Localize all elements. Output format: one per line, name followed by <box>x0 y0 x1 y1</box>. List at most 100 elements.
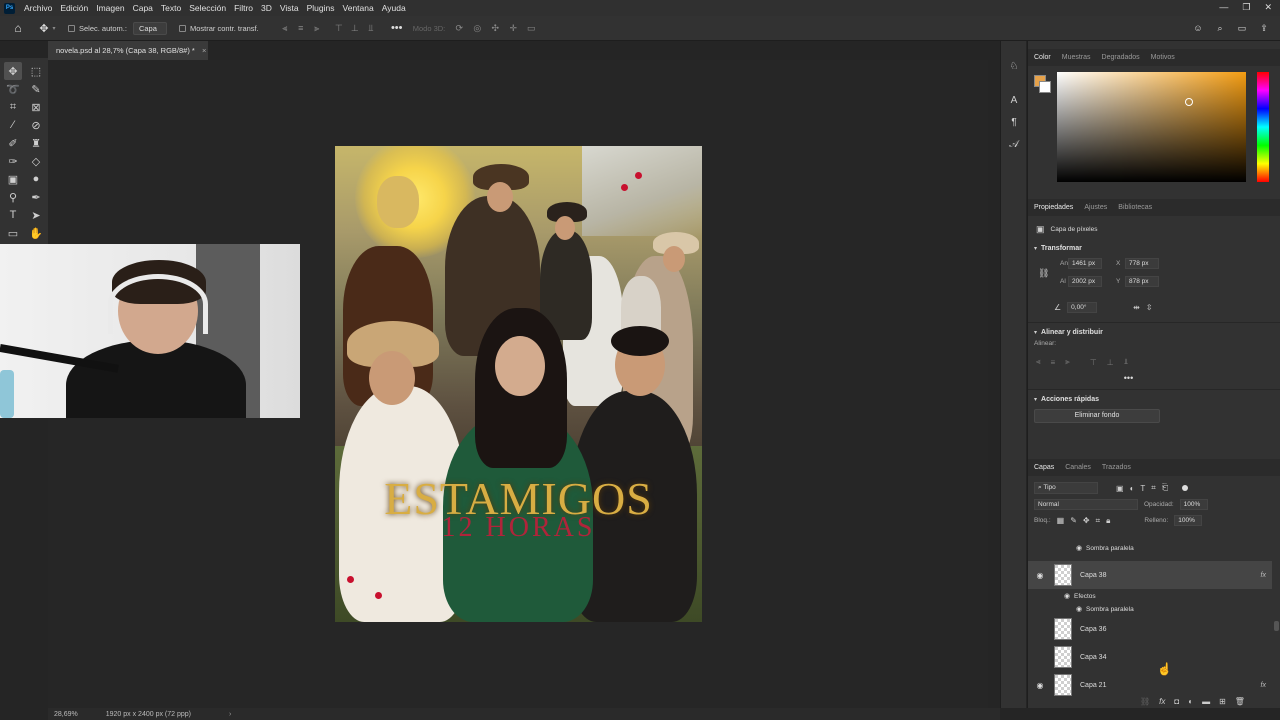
paragraph-icon[interactable]: ¶ <box>1001 111 1027 133</box>
menu-capa[interactable]: Capa <box>133 3 153 13</box>
color-picker-cursor[interactable] <box>1185 98 1193 106</box>
chevron-down-icon[interactable]: ▾ <box>1034 396 1037 403</box>
effects-header-row[interactable]: ◉ Efectos <box>1028 589 1272 603</box>
tab-trazados[interactable]: Trazados <box>1102 464 1131 471</box>
marquee-icon[interactable]: ⬚ <box>27 62 45 80</box>
filter-smart-icon[interactable]: ⎗ <box>1162 483 1168 493</box>
y-field[interactable]: 878 px <box>1125 276 1159 287</box>
search-icon[interactable]: ⌕ <box>1214 23 1226 33</box>
filter-toggle-icon[interactable] <box>1182 485 1189 491</box>
align-left-edges-icon[interactable]: ⫷ <box>1036 357 1041 367</box>
filter-pixel-icon[interactable]: ▣ <box>1116 484 1124 493</box>
link-layers-icon[interactable]: ⛓ <box>1140 697 1150 706</box>
align-bottom-edges-icon[interactable]: ⫫ <box>1124 357 1129 367</box>
restore-icon[interactable]: ❐ <box>1242 2 1250 13</box>
new-adjustment-icon[interactable]: ◐ <box>1188 697 1193 706</box>
eye-icon[interactable]: ◉ <box>1034 681 1046 690</box>
fx-icon[interactable]: fx <box>1261 572 1266 579</box>
filter-adjust-icon[interactable]: ◐ <box>1130 484 1135 493</box>
x-field[interactable]: 778 px <box>1125 258 1159 269</box>
menu-seleccion[interactable]: Selección <box>189 3 226 13</box>
quick-select-icon[interactable]: ✎ <box>27 80 45 98</box>
tab-ajustes[interactable]: Ajustes <box>1084 204 1107 211</box>
tab-motivos[interactable]: Motivos <box>1151 54 1175 61</box>
lock-image-icon[interactable]: ✎ <box>1070 516 1077 525</box>
align-bottom-icon[interactable]: ⫫ <box>365 23 377 33</box>
tab-muestras[interactable]: Muestras <box>1062 54 1091 61</box>
add-style-icon[interactable]: fx <box>1159 697 1165 706</box>
menu-ventana[interactable]: Ventana <box>343 3 374 13</box>
tab-color[interactable]: Color <box>1034 54 1051 61</box>
gradient-icon[interactable]: ▣ <box>4 170 22 188</box>
menu-vista[interactable]: Vista <box>280 3 299 13</box>
poster-image[interactable]: ESTAMIGOS 12 HORAS <box>335 146 702 622</box>
layer-name[interactable]: Capa 34 <box>1080 654 1106 661</box>
flip-horizontal-icon[interactable]: ⇹ <box>1133 303 1140 312</box>
tab-capas[interactable]: Capas <box>1034 464 1054 471</box>
move-icon[interactable]: ✥ <box>4 62 22 80</box>
share-icon[interactable]: ☺ <box>1192 23 1204 33</box>
auto-select-checkbox[interactable] <box>68 24 75 32</box>
flip-vertical-icon[interactable]: ⇳ <box>1146 303 1153 312</box>
close-tab-icon[interactable]: × <box>202 46 206 55</box>
layer-row-capa-36[interactable]: Capa 36 <box>1028 615 1272 643</box>
align-h-centers-icon[interactable]: ≡ <box>1051 358 1056 367</box>
align-top-edges-icon[interactable]: ⊤ <box>1090 358 1097 367</box>
stamp-icon[interactable]: ♜ <box>27 134 45 152</box>
tab-propiedades[interactable]: Propiedades <box>1034 204 1073 211</box>
effect-row[interactable]: ◉ Sombra paralela <box>1028 541 1272 555</box>
angle-field[interactable]: 0,00° <box>1067 301 1098 313</box>
lock-transparent-icon[interactable]: ▦ <box>1057 516 1065 525</box>
layer-name[interactable]: Capa 36 <box>1080 626 1106 633</box>
filter-type-icon[interactable]: T <box>1140 484 1145 493</box>
layer-filter-dropdown[interactable]: ⌕ Tipo <box>1034 482 1098 494</box>
eye-icon[interactable]: ◉ <box>1034 571 1046 580</box>
chevron-down-icon[interactable]: ▾ <box>50 23 58 33</box>
close-icon[interactable]: ✕ <box>1264 2 1272 13</box>
tab-bibliotecas[interactable]: Bibliotecas <box>1118 204 1152 211</box>
color-picker-field[interactable] <box>1057 72 1246 182</box>
home-icon[interactable]: ⌂ <box>12 21 24 35</box>
fx-icon[interactable]: fx <box>1261 682 1266 689</box>
new-layer-icon[interactable]: ⊞ <box>1219 697 1226 706</box>
history-icon[interactable]: ♘ <box>1001 55 1027 77</box>
document-tab[interactable]: novela.psd al 28,7% (Capa 38, RGB/8#) * … <box>48 41 208 60</box>
menu-edicion[interactable]: Edición <box>60 3 88 13</box>
chevron-down-icon[interactable]: ▾ <box>1034 245 1037 252</box>
align-center-h-icon[interactable]: ≡ <box>295 23 307 33</box>
menu-plugins[interactable]: Plugins <box>307 3 335 13</box>
frame-icon[interactable]: ⊠ <box>27 98 45 116</box>
dodge-icon[interactable]: ⚲ <box>4 188 22 206</box>
lock-all-icon[interactable]: 🔒︎ <box>1106 516 1110 526</box>
filter-shape-icon[interactable]: ⌗ <box>1151 483 1156 493</box>
menu-imagen[interactable]: Imagen <box>96 3 124 13</box>
zoom-level[interactable]: 28,69% <box>54 711 78 718</box>
move-tool-icon[interactable]: ✥ <box>38 23 50 35</box>
layer-row-capa-38[interactable]: ◉ Capa 38 fx <box>1028 561 1272 589</box>
align-left-icon[interactable]: ⫷ <box>279 23 291 33</box>
crop-icon[interactable]: ⌗ <box>4 98 22 116</box>
healing-icon[interactable]: ⊘ <box>27 116 45 134</box>
eraser-icon[interactable]: ◇ <box>27 152 45 170</box>
3d-drag-icon[interactable]: ✣ <box>489 23 501 33</box>
fill-field[interactable]: 100% <box>1174 515 1203 526</box>
eye-icon[interactable]: ◉ <box>1062 592 1072 600</box>
hand-icon[interactable]: ✋ <box>27 224 45 242</box>
tab-canales[interactable]: Canales <box>1065 464 1091 471</box>
share-export-icon[interactable]: ⇪ <box>1258 23 1270 33</box>
lasso-icon[interactable]: ➰ <box>4 80 22 98</box>
tab-degradados[interactable]: Degradados <box>1102 54 1140 61</box>
more-options-icon[interactable]: ••• <box>391 22 403 34</box>
layer-name[interactable]: Capa 21 <box>1080 682 1106 689</box>
layers-scrollbar[interactable] <box>1274 621 1279 631</box>
3d-rotate-icon[interactable]: ⟳ <box>453 23 465 33</box>
character-icon[interactable]: A <box>1001 89 1027 111</box>
menu-3d[interactable]: 3D <box>261 3 272 13</box>
more-align-icon[interactable]: ••• <box>976 373 1280 383</box>
path-select-icon[interactable]: ➤ <box>27 206 45 224</box>
auto-select-dropdown[interactable]: Capa <box>132 21 167 35</box>
opacity-field[interactable]: 100% <box>1179 499 1208 510</box>
menu-texto[interactable]: Texto <box>161 3 181 13</box>
eye-icon[interactable]: ◉ <box>1074 605 1084 613</box>
align-middle-icon[interactable]: ⊥ <box>349 23 361 33</box>
